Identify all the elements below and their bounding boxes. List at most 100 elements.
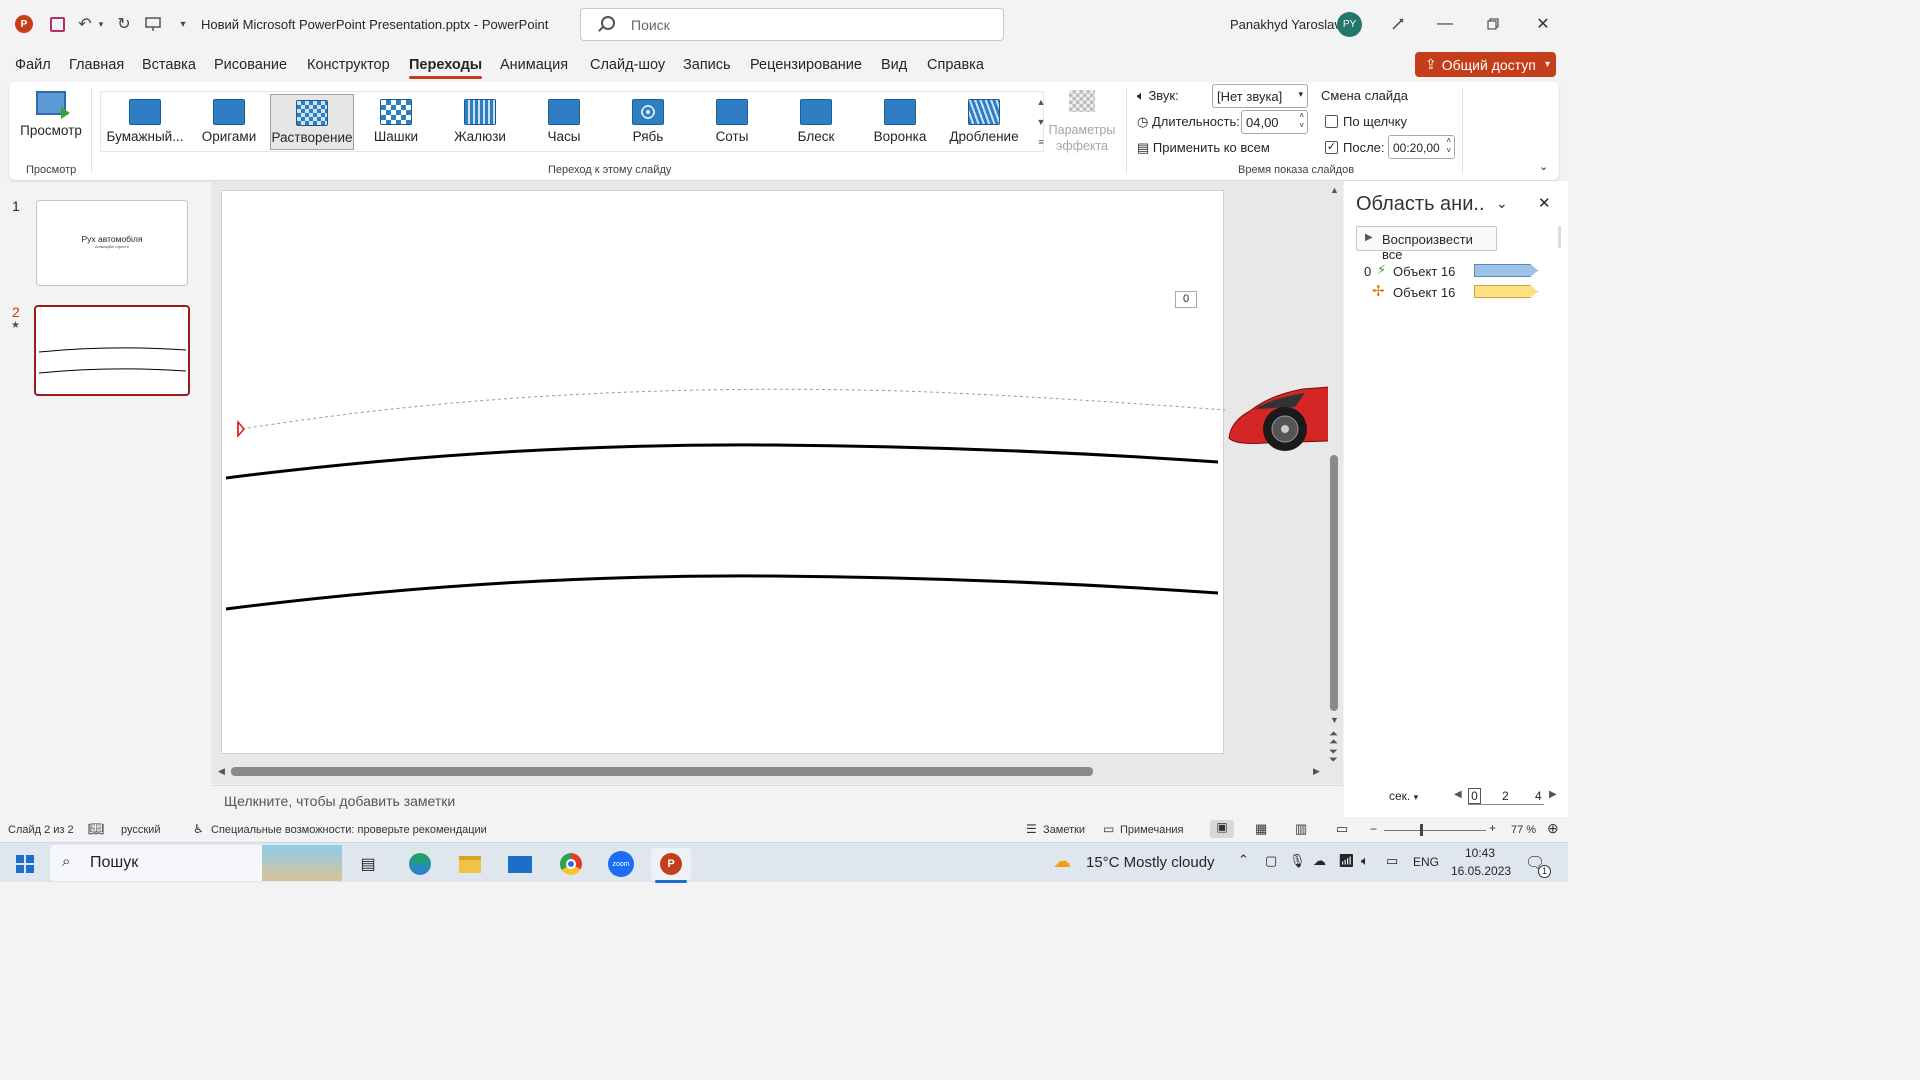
- windows-start-icon[interactable]: [5, 848, 45, 880]
- menu-transitions[interactable]: Переходы: [409, 57, 483, 79]
- file-explorer-icon[interactable]: [450, 848, 490, 880]
- slide-thumbnail-1[interactable]: Рух автомобіля Анімаційні ефекти: [36, 200, 188, 286]
- reading-view-icon[interactable]: ▥: [1295, 821, 1307, 837]
- effect-options-button[interactable]: Параметры эффекта: [1047, 90, 1117, 154]
- taskbar-search[interactable]: ⌕ Пошук: [50, 845, 342, 881]
- comments-button[interactable]: Примечания: [1120, 824, 1184, 836]
- zoom-in-icon[interactable]: +: [1489, 821, 1496, 835]
- input-language[interactable]: ENG: [1413, 855, 1439, 869]
- save-icon[interactable]: [46, 13, 68, 35]
- menu-review[interactable]: Рецензирование: [750, 57, 862, 73]
- weather-text[interactable]: 15°C Mostly cloudy: [1086, 854, 1215, 871]
- menu-help[interactable]: Справка: [927, 57, 984, 73]
- zoom-slider-thumb[interactable]: [1420, 824, 1423, 836]
- horizontal-scrollbar[interactable]: [231, 767, 1093, 776]
- redo-icon[interactable]: ↻: [113, 13, 135, 35]
- timing-bar[interactable]: [1474, 264, 1538, 277]
- transition-checkerboard[interactable]: Шашки: [354, 94, 438, 150]
- menu-animations[interactable]: Анимация: [500, 57, 568, 73]
- transition-clock[interactable]: Часы: [522, 94, 606, 150]
- powerpoint-taskbar-icon[interactable]: P: [651, 848, 691, 880]
- menu-file[interactable]: Файл: [15, 57, 51, 73]
- transition-origami[interactable]: Оригами: [187, 94, 271, 150]
- motion-path-end-marker[interactable]: [237, 419, 245, 439]
- scroll-down-icon[interactable]: ▼: [1330, 715, 1339, 725]
- stepper-arrows-icon[interactable]: ˄ ˅: [1446, 136, 1451, 156]
- close-icon[interactable]: ✕: [1528, 10, 1558, 38]
- wifi-icon[interactable]: 📶︎: [1338, 853, 1355, 869]
- menu-design[interactable]: Конструктор: [307, 57, 390, 73]
- search-box[interactable]: Поиск: [580, 8, 1004, 41]
- slide-sorter-icon[interactable]: ▦: [1255, 821, 1267, 837]
- menu-view[interactable]: Вид: [881, 57, 907, 73]
- duration-stepper[interactable]: 04,00 ˄ ˅: [1241, 110, 1308, 134]
- clock-time[interactable]: 10:43: [1465, 846, 1495, 860]
- transition-dissolve[interactable]: Растворение: [270, 94, 354, 150]
- share-dropdown-icon[interactable]: ▾: [1545, 59, 1550, 70]
- timeline-right-icon[interactable]: ▶: [1549, 789, 1557, 800]
- undo-dropdown-icon[interactable]: ▾: [94, 13, 108, 35]
- chevron-down-icon[interactable]: ⌄: [1496, 195, 1508, 212]
- microphone-icon[interactable]: 🎙︎: [1289, 853, 1306, 869]
- transition-ripple[interactable]: Рябь: [606, 94, 690, 150]
- volume-icon[interactable]: 🔈︎: [1361, 853, 1369, 869]
- normal-view-icon[interactable]: ▣: [1210, 820, 1234, 838]
- zoom-out-icon[interactable]: −: [1370, 822, 1377, 836]
- fit-to-window-icon[interactable]: ⊕: [1547, 820, 1559, 837]
- slide-thumbnail-2[interactable]: [34, 305, 190, 396]
- seconds-dropdown[interactable]: сек. ▾: [1389, 789, 1418, 803]
- motion-path[interactable]: [241, 388, 1225, 430]
- mail-icon[interactable]: [500, 848, 540, 880]
- battery-icon[interactable]: ▭: [1386, 853, 1398, 869]
- transition-glitter[interactable]: Блеск: [774, 94, 858, 150]
- edge-icon[interactable]: [400, 848, 440, 880]
- vertical-scrollbar[interactable]: [1330, 455, 1338, 711]
- car-image[interactable]: [1225, 383, 1328, 459]
- share-button[interactable]: ⇪ Общий доступ ▾: [1415, 52, 1556, 77]
- menu-insert[interactable]: Вставка: [142, 57, 196, 73]
- zoom-app-icon[interactable]: zoom: [601, 848, 641, 880]
- chrome-icon[interactable]: [551, 848, 591, 880]
- task-view-icon[interactable]: ▤: [348, 848, 388, 880]
- animation-item[interactable]: 0 ⚡︎ Объект 16: [1344, 261, 1554, 281]
- customize-qat-icon[interactable]: ▾: [172, 13, 194, 35]
- zoom-level[interactable]: 77 %: [1511, 824, 1536, 836]
- previous-slide-icon[interactable]: ⏶ ⏶: [1329, 729, 1338, 748]
- on-click-checkbox[interactable]: [1325, 115, 1338, 128]
- apply-all-button[interactable]: ▤ Применить ко всем: [1137, 140, 1270, 156]
- spellcheck-icon[interactable]: 📖︎: [88, 821, 105, 837]
- pane-scrollbar[interactable]: [1558, 226, 1561, 248]
- menu-draw[interactable]: Рисование: [214, 57, 287, 73]
- collapse-ribbon-icon[interactable]: ⌄: [1539, 160, 1548, 173]
- transition-paper-plane[interactable]: Бумажный...: [103, 94, 187, 150]
- play-all-button[interactable]: ▶ Воспроизвести все: [1356, 226, 1497, 262]
- animation-order-tag[interactable]: 0: [1175, 291, 1197, 308]
- chevron-up-icon[interactable]: ⌃: [1238, 852, 1249, 868]
- weather-icon[interactable]: ☁: [1053, 851, 1071, 872]
- slideshow-view-icon[interactable]: ▭: [1336, 821, 1348, 837]
- scroll-left-icon[interactable]: ◀: [218, 766, 225, 777]
- road-line-bottom[interactable]: [225, 574, 1219, 611]
- onedrive-icon[interactable]: ☁︎: [1313, 853, 1326, 869]
- clock-date[interactable]: 16.05.2023: [1451, 864, 1511, 878]
- close-icon[interactable]: ✕: [1538, 194, 1551, 212]
- menu-record[interactable]: Запись: [683, 57, 731, 73]
- present-from-start-icon[interactable]: [142, 13, 164, 35]
- preview-button[interactable]: Просмотр: [17, 88, 85, 148]
- transition-honeycomb[interactable]: Соты: [690, 94, 774, 150]
- stepper-arrows-icon[interactable]: ˄ ˅: [1299, 111, 1304, 131]
- notes-pane[interactable]: Щелкните, чтобы добавить заметки: [211, 785, 1343, 816]
- scroll-up-icon[interactable]: ▲: [1330, 185, 1339, 195]
- notes-button[interactable]: Заметки: [1043, 824, 1085, 836]
- scroll-right-icon[interactable]: ▶: [1313, 766, 1320, 777]
- undo-icon[interactable]: ↶: [74, 13, 96, 35]
- restore-icon[interactable]: [1478, 10, 1508, 38]
- animation-item[interactable]: ✢ Объект 16: [1344, 282, 1554, 302]
- sound-select[interactable]: [Нет звука] ▾: [1212, 84, 1308, 108]
- hardware-icon[interactable]: ▢: [1265, 853, 1277, 869]
- timing-bar[interactable]: [1474, 285, 1538, 298]
- transition-shred[interactable]: Дробление: [942, 94, 1026, 150]
- slide-canvas[interactable]: 0: [221, 190, 1225, 754]
- after-checkbox[interactable]: ✓: [1325, 141, 1338, 154]
- timeline-left-icon[interactable]: ◀: [1454, 789, 1462, 800]
